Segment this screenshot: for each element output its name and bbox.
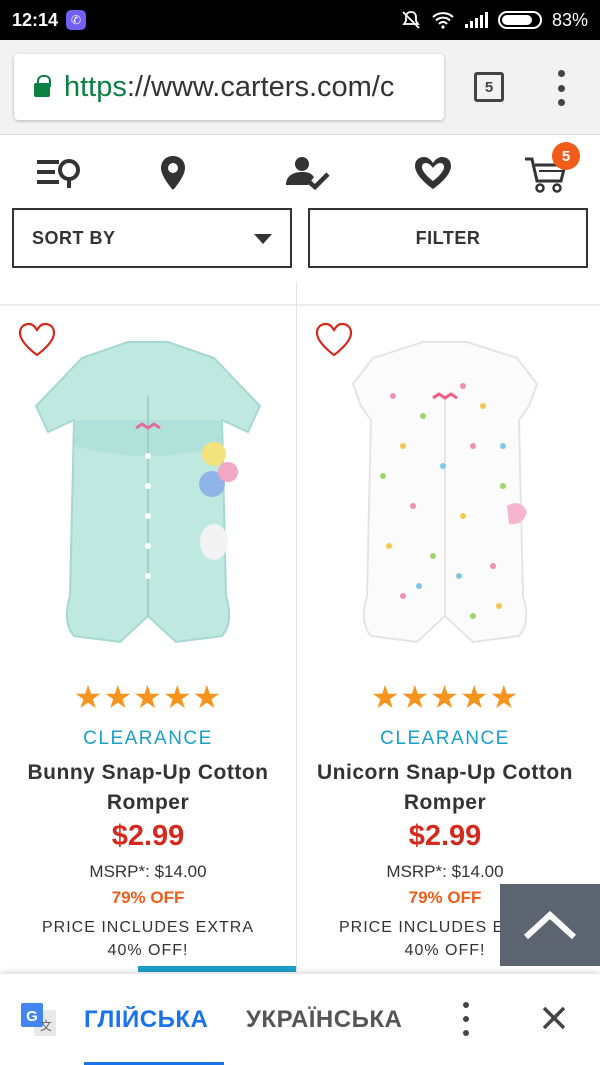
clearance-badge: CLEARANCE xyxy=(83,728,213,749)
svg-text:G: G xyxy=(26,1008,38,1025)
site-navigation: 5 xyxy=(0,136,600,208)
product-image-unicorn-romper[interactable] xyxy=(323,336,567,666)
clearance-badge: CLEARANCE xyxy=(380,728,510,749)
product-image-bunny-romper[interactable] xyxy=(26,336,270,666)
percent-off: 79% OFF xyxy=(111,888,185,907)
viber-notification-icon: ✆ xyxy=(66,10,87,30)
status-bar: 12:14 ✆ 83% xyxy=(0,0,600,40)
address-bar[interactable]: https://www.carters.com/c xyxy=(14,54,444,120)
product-card[interactable]: ★★★★★ CLEARANCE Bunny Snap-Up Cotton Rom… xyxy=(0,306,296,972)
google-translate-icon: G 文 xyxy=(21,1003,56,1036)
mute-icon xyxy=(402,11,420,29)
browser-toolbar: https://www.carters.com/c 5 xyxy=(0,40,600,135)
url-text: https://www.carters.com/c xyxy=(64,70,395,103)
chevron-down-icon xyxy=(254,234,272,244)
battery-percent: 83% xyxy=(551,9,588,30)
cart-count-badge: 5 xyxy=(552,142,580,170)
sort-by-dropdown[interactable]: SORT BY xyxy=(12,208,292,268)
filter-button[interactable]: FILTER xyxy=(308,208,588,268)
product-msrp: MSRP*: $14.00 xyxy=(386,862,504,881)
filter-label: FILTER xyxy=(415,227,481,248)
sort-by-label: SORT BY xyxy=(32,227,116,248)
signal-icon xyxy=(464,12,488,28)
product-grid: ★★★★★ CLEARANCE Bunny Snap-Up Cotton Rom… xyxy=(0,282,600,982)
location-pin-icon[interactable] xyxy=(148,148,198,198)
account-check-icon[interactable] xyxy=(282,148,332,198)
list-search-icon[interactable] xyxy=(34,148,84,198)
target-language-tab[interactable]: УКРАЇНСЬКА xyxy=(246,1006,402,1034)
wifi-icon xyxy=(432,12,454,29)
translate-more-options-icon[interactable] xyxy=(460,1002,472,1036)
product-name[interactable]: Unicorn Snap-Up Cotton Romper xyxy=(317,758,573,818)
browser-menu-icon[interactable] xyxy=(554,70,568,106)
svg-text:文: 文 xyxy=(40,1018,52,1033)
status-indicators: 83% xyxy=(401,10,588,31)
lock-icon xyxy=(34,75,51,97)
rating-stars: ★★★★★ xyxy=(370,679,520,715)
back-to-top-button[interactable] xyxy=(500,884,600,966)
translate-bar: G 文 ГЛІЙСЬКА УКРАЇНСЬКА xyxy=(0,974,600,1065)
cart-icon[interactable]: 5 xyxy=(520,142,580,198)
scroll-indicator xyxy=(138,966,296,972)
product-card[interactable]: ★★★★★ CLEARANCE Unicorn Snap-Up Cotton R… xyxy=(297,306,593,972)
product-price: $2.99 xyxy=(408,820,482,852)
status-time: 12:14 xyxy=(12,9,59,30)
tab-switcher-button[interactable]: 5 xyxy=(474,72,504,102)
product-price: $2.99 xyxy=(111,820,185,852)
battery-icon xyxy=(497,11,542,29)
source-language-tab[interactable]: ГЛІЙСЬКА xyxy=(84,1006,212,1034)
promo-note: PRICE INCLUDES EXTRA 40% OFF! xyxy=(41,919,255,959)
chevron-up-icon xyxy=(523,910,577,940)
rating-stars: ★★★★★ xyxy=(73,679,223,715)
close-icon[interactable] xyxy=(540,1004,568,1032)
wishlist-heart-icon[interactable] xyxy=(408,148,458,198)
product-msrp: MSRP*: $14.00 xyxy=(89,862,207,881)
product-name[interactable]: Bunny Snap-Up Cotton Romper xyxy=(20,758,276,818)
